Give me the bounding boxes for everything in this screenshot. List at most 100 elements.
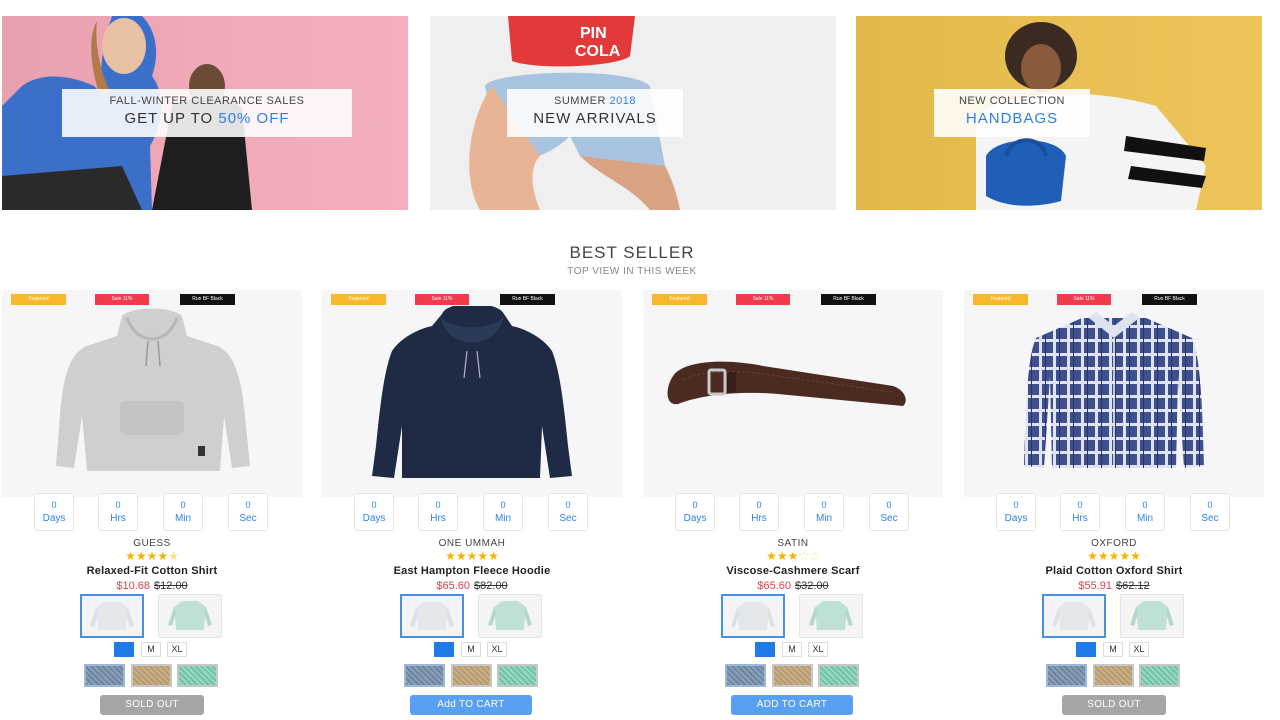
- plaid-shirt-icon: [1024, 312, 1204, 468]
- swatch-khaki[interactable]: [131, 664, 172, 687]
- swatch-khaki[interactable]: [1093, 664, 1134, 687]
- size-option[interactable]: XL: [1129, 642, 1149, 657]
- countdown-minutes: 0 Min: [163, 493, 203, 531]
- countdown-days: 0 Days: [675, 493, 715, 531]
- countdown-days: 0 Days: [34, 493, 74, 531]
- product-thumbnails: [964, 594, 1264, 640]
- sold-out-button[interactable]: SOLD OUT: [100, 695, 204, 715]
- thumbnail-white-shirt[interactable]: [1042, 594, 1106, 638]
- size-options: S M XL: [964, 642, 1264, 658]
- product-card[interactable]: Featured Sale 11% Run BF Black 0 Days 0 Hr…: [643, 290, 943, 720]
- product-price: $55.91 $62.12: [964, 580, 1264, 592]
- countdown-hours: 0 Hrs: [739, 493, 779, 531]
- original-price: $32.00: [795, 580, 829, 592]
- size-option[interactable]: S: [434, 642, 454, 657]
- swatch-denim[interactable]: [84, 664, 125, 687]
- swatch-mint[interactable]: [818, 664, 859, 687]
- banner-caption: NEW COLLECTION HANDBAGS: [934, 89, 1090, 137]
- swatch-khaki[interactable]: [451, 664, 492, 687]
- product-name[interactable]: Plaid Cotton Oxford Shirt: [964, 565, 1264, 577]
- size-option[interactable]: M: [461, 642, 481, 657]
- product-name[interactable]: East Hampton Fleece Hoodie: [322, 565, 622, 577]
- product-brand[interactable]: OXFORD: [964, 538, 1264, 549]
- product-card[interactable]: Featured Sale 11% Run BF Black 0 Days 0 Hr…: [964, 290, 1264, 720]
- swatch-mint[interactable]: [1139, 664, 1180, 687]
- swatch-denim[interactable]: [725, 664, 766, 687]
- rating-stars: ★★★★★: [1087, 549, 1141, 563]
- color-swatches: [322, 664, 622, 688]
- product-name[interactable]: Viscose-Cashmere Scarf: [643, 565, 943, 577]
- swatch-denim[interactable]: [1046, 664, 1087, 687]
- product-image[interactable]: Featured Sale 11% Run BF Black: [643, 290, 943, 497]
- banner-summer-arrivals[interactable]: PIN COLA SUMMER 2018 NEW ARRIVALS: [430, 16, 836, 210]
- sale-badge: Sale 11%: [415, 294, 469, 305]
- add-to-cart-button[interactable]: ADD TO CART: [731, 695, 853, 715]
- product-price: $65.60 $82.00: [322, 580, 622, 592]
- add-to-cart-button[interactable]: Add TO CART: [410, 695, 532, 715]
- size-options: S M XL: [643, 642, 943, 658]
- product-card[interactable]: Featured Sale 11% Run BF Black 0 Days 0 Hr…: [2, 290, 302, 720]
- product-price: $65.60 $32.00: [643, 580, 943, 592]
- product-brand[interactable]: SATIN: [643, 538, 943, 549]
- banner-handbags[interactable]: NEW COLLECTION HANDBAGS: [856, 16, 1262, 210]
- sold-out-button[interactable]: SOLD OUT: [1062, 695, 1166, 715]
- product-image[interactable]: Featured Sale 11% Run BF Black: [2, 290, 302, 497]
- countdown-days: 0 Days: [354, 493, 394, 531]
- original-price: $12.00: [154, 580, 188, 592]
- countdown-hours: 0 Hrs: [418, 493, 458, 531]
- section-title: BEST SELLER: [569, 243, 695, 262]
- countdown-seconds: 0 Sec: [1190, 493, 1230, 531]
- countdown-timer: 0 Days 0 Hrs 0 Min 0 Sec: [322, 493, 622, 531]
- countdown-days: 0 Days: [996, 493, 1036, 531]
- black-friday-badge: Run BF Black: [180, 294, 235, 305]
- thumbnail-green-shirt[interactable]: [1120, 594, 1184, 638]
- black-friday-badge: Run BF Black: [821, 294, 876, 305]
- product-brand[interactable]: GUESS: [2, 538, 302, 549]
- product-name[interactable]: Relaxed-Fit Cotton Shirt: [2, 565, 302, 577]
- thumbnail-green-shirt[interactable]: [799, 594, 863, 638]
- countdown-timer: 0 Days 0 Hrs 0 Min 0 Sec: [643, 493, 943, 531]
- countdown-hours: 0 Hrs: [98, 493, 138, 531]
- product-brand[interactable]: ONE UMMAH: [322, 538, 622, 549]
- sale-badge: Sale 11%: [95, 294, 149, 305]
- black-friday-badge: Run BF Black: [500, 294, 555, 305]
- leather-belt-icon: [667, 361, 906, 406]
- banner-fall-winter-sale[interactable]: FALL-WINTER CLEARANCE SALES GET UP TO 50…: [2, 16, 408, 210]
- swatch-khaki[interactable]: [772, 664, 813, 687]
- size-option[interactable]: S: [755, 642, 775, 657]
- product-tags: Featured Sale 11% Run BF Black: [652, 294, 938, 305]
- swatch-denim[interactable]: [404, 664, 445, 687]
- thumbnail-green-shirt[interactable]: [158, 594, 222, 638]
- swatch-mint[interactable]: [177, 664, 218, 687]
- product-thumbnails: [2, 594, 302, 640]
- size-option[interactable]: XL: [487, 642, 507, 657]
- countdown-minutes: 0 Min: [1125, 493, 1165, 531]
- product-image[interactable]: Featured Sale 11% Run BF Black: [322, 290, 622, 497]
- thumbnail-white-shirt[interactable]: [721, 594, 785, 638]
- product-tags: Featured Sale 11% Run BF Black: [973, 294, 1259, 305]
- size-option[interactable]: M: [1103, 642, 1123, 657]
- banner-headline: HANDBAGS: [965, 110, 1059, 127]
- size-option[interactable]: S: [1076, 642, 1096, 657]
- size-option[interactable]: S: [114, 642, 134, 657]
- swatch-mint[interactable]: [497, 664, 538, 687]
- thumbnail-green-shirt[interactable]: [478, 594, 542, 638]
- thumbnail-white-shirt[interactable]: [400, 594, 464, 638]
- banner-subtitle: FALL-WINTER CLEARANCE SALES: [109, 95, 305, 107]
- thumbnail-white-shirt[interactable]: [80, 594, 144, 638]
- product-tags: Featured Sale 11% Run BF Black: [11, 294, 297, 305]
- sale-price: $65.60: [757, 580, 791, 592]
- product-image[interactable]: Featured Sale 11% Run BF Black: [964, 290, 1264, 497]
- size-option[interactable]: XL: [167, 642, 187, 657]
- navy-hoodie-icon: [372, 306, 572, 478]
- svg-text:PIN: PIN: [580, 25, 607, 42]
- countdown-minutes: 0 Min: [483, 493, 523, 531]
- banner-subtitle: SUMMER 2018: [554, 95, 636, 107]
- size-option[interactable]: M: [141, 642, 161, 657]
- product-card[interactable]: Featured Sale 11% Run BF Black 0 Days 0 Hr…: [322, 290, 622, 720]
- product-thumbnails: [322, 594, 622, 640]
- banner-caption: FALL-WINTER CLEARANCE SALES GET UP TO 50…: [62, 89, 352, 137]
- size-option[interactable]: M: [782, 642, 802, 657]
- size-option[interactable]: XL: [808, 642, 828, 657]
- rating-stars: ★★★☆☆: [766, 549, 820, 563]
